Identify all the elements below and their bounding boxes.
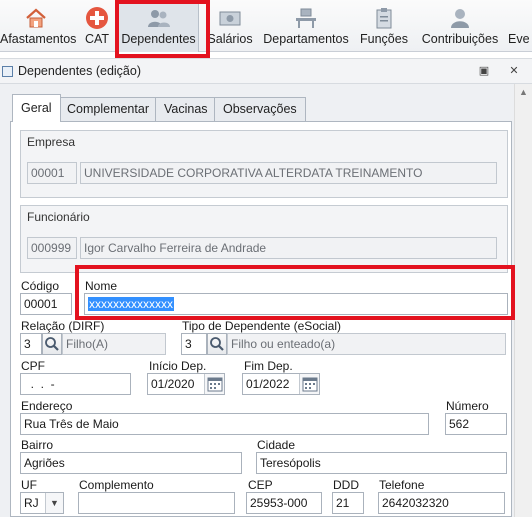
tipo-search-button[interactable] [207,333,227,355]
complemento-field[interactable] [78,492,235,514]
uf-value: RJ [24,496,39,510]
toolbar-funcoes-button[interactable]: Funções [356,0,412,52]
toolbar-departamentos-button[interactable]: Departamentos [262,0,350,52]
scroll-up-icon[interactable]: ▲ [515,84,532,100]
person-icon [448,6,472,30]
tab-complementar[interactable]: Complementar [58,97,158,121]
endereco-label: Endereço [21,399,73,413]
endereco-field[interactable]: Rua Três de Maio [20,413,429,435]
numero-field[interactable]: 562 [445,413,507,435]
cidade-field[interactable]: Teresópolis [256,452,507,474]
toolbar-label: CAT [84,32,110,46]
cidade-label: Cidade [257,438,296,452]
toolbar-label: Funções [360,32,408,46]
telefone-label: Telefone [379,478,425,492]
toolbar-eventos-button[interactable]: Eve [508,0,532,52]
bairro-field[interactable]: Agriões [20,452,242,474]
desk-icon [294,6,318,30]
cpf-field[interactable]: . . - [20,373,131,395]
window-title: Dependentes (edição) [18,64,141,78]
tab-geral[interactable]: Geral [12,94,61,122]
numero-label: Número [446,399,489,413]
funcionario-name-field: Igor Carvalho Ferreira de Andrade [80,237,497,259]
group-title: Empresa [27,135,76,149]
uf-select[interactable]: RJ ▼ [20,492,64,514]
search-icon [210,337,224,351]
close-icon[interactable]: ✕ [506,63,522,79]
fim-value: 01/2022 [246,377,290,391]
toolbar-afastamentos-button[interactable]: Afastamentos [0,0,77,52]
empresa-code-field: 00001 [27,162,77,184]
toolbar-cat-button[interactable]: CAT [80,0,114,52]
clipboard-icon [372,6,396,30]
tipo-desc-field: Filho ou enteado(a) [227,333,506,355]
fim-field[interactable]: 01/2022 [242,373,320,395]
medical-cross-icon [85,6,109,30]
ddd-field[interactable]: 21 [332,492,364,514]
cep-label: CEP [248,478,273,492]
toolbar-salarios-button[interactable]: Salários [206,0,254,52]
nome-field[interactable]: xxxxxxxxxxxxxx [84,293,508,315]
relacao-desc-field: Filho(A) [62,333,166,355]
codigo-field[interactable]: 00001 [20,293,72,315]
toolbar-label: Salários [207,32,253,46]
fim-label: Fim Dep. [244,359,293,373]
tab-observacoes[interactable]: Observações [214,97,306,121]
group-title: Funcionário [27,210,90,224]
toolbar-label: Afastamentos [0,32,77,46]
relacao-search-button[interactable] [42,333,62,355]
restore-icon[interactable]: ▣ [476,63,492,79]
calendar-icon[interactable] [299,374,319,394]
toolbar-dependentes-button[interactable]: Dependentes [118,0,199,52]
cep-field[interactable]: 25953-000 [246,492,322,514]
tipo-label: Tipo de Dependente (eSocial) [182,319,341,333]
telefone-field[interactable]: 2642032320 [378,492,505,514]
toolbar-contribuicoes-button[interactable]: Contribuições [420,0,500,52]
complemento-label: Complemento [79,478,154,492]
people-icon [147,6,171,30]
chevron-down-icon[interactable]: ▼ [45,493,63,513]
inicio-field[interactable]: 01/2020 [147,373,225,395]
toolbar-label: Dependentes [121,32,196,46]
search-icon [45,337,59,351]
empresa-name-field: UNIVERSIDADE CORPORATIVA ALTERDATA TREIN… [80,162,497,184]
nome-label: Nome [85,279,118,293]
codigo-label: Código [21,279,60,293]
toolbar-label: Departamentos [263,32,349,46]
calendar-icon[interactable] [204,374,224,394]
relacao-label: Relação (DIRF) [21,319,105,333]
tipo-code-field[interactable]: 3 [181,333,207,355]
ddd-label: DDD [333,478,359,492]
relacao-code-field[interactable]: 3 [20,333,42,355]
toolbar-label: Eve [508,32,530,46]
house-icon [24,6,48,30]
main-toolbar: Afastamentos CAT Dependentes Salários De… [0,0,532,52]
inicio-label: Início Dep. [149,359,207,373]
window-icon [2,66,13,77]
money-icon [218,6,242,30]
bairro-label: Bairro [21,438,54,452]
toolbar-label: Contribuições [421,32,499,46]
tab-vacinas[interactable]: Vacinas [155,97,217,121]
window-titlebar: Dependentes (edição) ▣ ✕ [0,58,532,84]
funcionario-code-field: 000999 [27,237,77,259]
vertical-scrollbar[interactable]: ▲ [514,84,532,517]
inicio-value: 01/2020 [151,377,195,391]
cpf-label: CPF [21,359,45,373]
nome-selected-text: xxxxxxxxxxxxxx [88,297,174,311]
uf-label: UF [21,478,37,492]
